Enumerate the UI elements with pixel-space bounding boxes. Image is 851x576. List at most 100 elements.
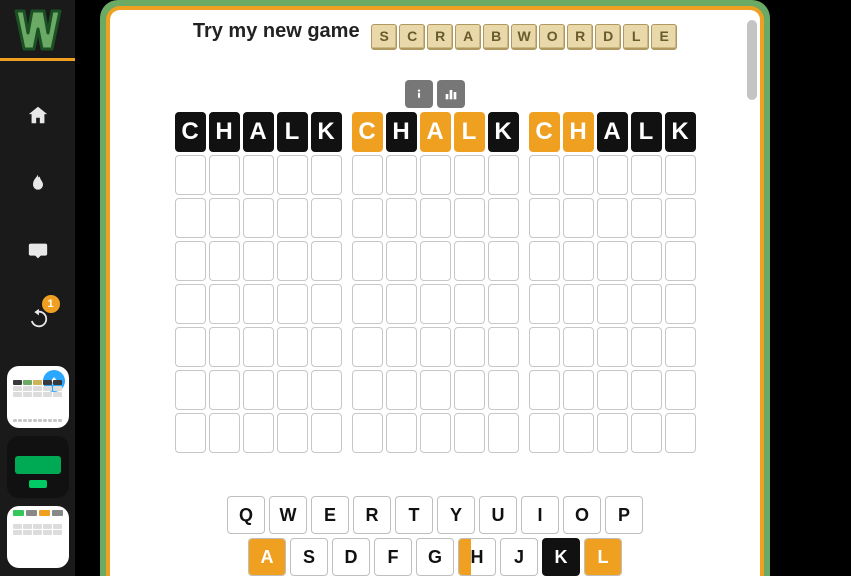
- tile: [563, 155, 594, 195]
- tile: H: [386, 112, 417, 152]
- tile: [277, 413, 308, 453]
- frame-mid: Try my new game SCRABWORDLE CHALKCHALKCH…: [106, 6, 764, 576]
- key-label: J: [514, 547, 524, 568]
- tile: [665, 198, 696, 238]
- tile: [563, 198, 594, 238]
- tile: [243, 155, 274, 195]
- boards-row: CHALKCHALKCHALK: [110, 112, 760, 453]
- tile: [386, 198, 417, 238]
- stage: Try my new game SCRABWORDLE CHALKCHALKCH…: [75, 0, 851, 576]
- fire-icon[interactable]: [18, 163, 58, 203]
- key-label: K: [555, 547, 568, 568]
- key-l[interactable]: L: [584, 538, 622, 576]
- tile: [563, 413, 594, 453]
- tile: [277, 241, 308, 281]
- tile: [563, 370, 594, 410]
- key-w[interactable]: W: [269, 496, 307, 534]
- tile: H: [563, 112, 594, 152]
- tile: [454, 155, 485, 195]
- info-icon[interactable]: [405, 80, 433, 108]
- tile: [454, 198, 485, 238]
- tile: [311, 327, 342, 367]
- tile: [597, 370, 628, 410]
- tile: [209, 241, 240, 281]
- tile: [311, 284, 342, 324]
- tile: [386, 284, 417, 324]
- tile: [209, 198, 240, 238]
- tile: [529, 198, 560, 238]
- key-k[interactable]: K: [542, 538, 580, 576]
- key-e[interactable]: E: [311, 496, 349, 534]
- key-i[interactable]: I: [521, 496, 559, 534]
- tile: [243, 198, 274, 238]
- game-thumbnails: [0, 362, 75, 576]
- tile: [352, 413, 383, 453]
- promo-lead: Try my new game: [193, 20, 360, 42]
- tile: [631, 370, 662, 410]
- tile: [454, 327, 485, 367]
- tile: [597, 327, 628, 367]
- tile: [631, 198, 662, 238]
- key-y[interactable]: Y: [437, 496, 475, 534]
- tile: [277, 198, 308, 238]
- tile: [243, 413, 274, 453]
- home-icon[interactable]: [18, 95, 58, 135]
- tile: [175, 413, 206, 453]
- tile: [597, 413, 628, 453]
- tile: [488, 284, 519, 324]
- key-label: P: [618, 505, 630, 526]
- key-label: O: [575, 505, 589, 526]
- tile: [209, 370, 240, 410]
- tile: [563, 241, 594, 281]
- tile: [311, 370, 342, 410]
- tile: [386, 155, 417, 195]
- key-r[interactable]: R: [353, 496, 391, 534]
- tile: [209, 413, 240, 453]
- tile: [175, 198, 206, 238]
- tile: [243, 241, 274, 281]
- tile: [352, 327, 383, 367]
- key-j[interactable]: J: [500, 538, 538, 576]
- key-u[interactable]: U: [479, 496, 517, 534]
- key-o[interactable]: O: [563, 496, 601, 534]
- thumb-scrabwordle[interactable]: [7, 436, 69, 498]
- tile: [631, 155, 662, 195]
- key-a[interactable]: A: [248, 538, 286, 576]
- tile: [175, 284, 206, 324]
- promo-banner[interactable]: Try my new game SCRABWORDLE: [110, 10, 760, 50]
- tile: K: [665, 112, 696, 152]
- tile: [420, 370, 451, 410]
- tile: [420, 198, 451, 238]
- site-logo[interactable]: [10, 6, 66, 54]
- key-h[interactable]: H: [458, 538, 496, 576]
- tile: [277, 370, 308, 410]
- stats-icon[interactable]: [437, 80, 465, 108]
- tile: [529, 413, 560, 453]
- key-t[interactable]: T: [395, 496, 433, 534]
- key-d[interactable]: D: [332, 538, 370, 576]
- key-g[interactable]: G: [416, 538, 454, 576]
- key-p[interactable]: P: [605, 496, 643, 534]
- key-s[interactable]: S: [290, 538, 328, 576]
- frame-outer: Try my new game SCRABWORDLE CHALKCHALKCH…: [100, 0, 770, 576]
- tile: [175, 327, 206, 367]
- thumb-wordle[interactable]: [7, 366, 69, 428]
- sidebar: 1: [0, 0, 75, 576]
- key-f[interactable]: F: [374, 538, 412, 576]
- tile: [209, 284, 240, 324]
- promo-tile: L: [623, 24, 649, 50]
- tile: [631, 327, 662, 367]
- tile: [454, 284, 485, 324]
- scrollbar-thumb[interactable]: [747, 20, 757, 100]
- tile: [488, 327, 519, 367]
- thumb-trordle[interactable]: [7, 506, 69, 568]
- tile: [352, 241, 383, 281]
- history-icon[interactable]: 1: [18, 299, 58, 339]
- tile: C: [352, 112, 383, 152]
- key-q[interactable]: Q: [227, 496, 265, 534]
- key-label: F: [388, 547, 399, 568]
- star-badge-icon[interactable]: [18, 231, 58, 271]
- tile: [597, 155, 628, 195]
- tile: [311, 198, 342, 238]
- tile: [175, 241, 206, 281]
